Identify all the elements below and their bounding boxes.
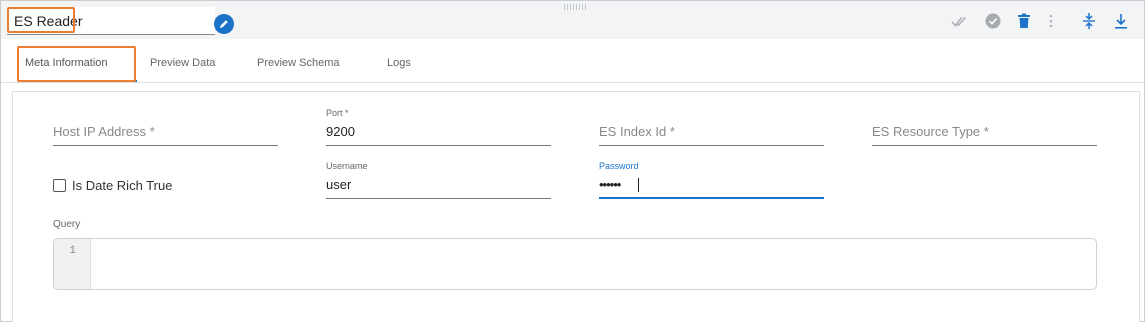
password-field[interactable]: Password ••••••: [599, 161, 824, 201]
port-label: Port *: [326, 108, 349, 118]
edit-name-button[interactable]: [214, 14, 234, 34]
port-underline: [326, 145, 551, 146]
host-ip-underline: [53, 145, 278, 146]
drag-handle-icon[interactable]: [564, 4, 586, 10]
password-value: ••••••: [599, 177, 621, 192]
tab-bar: Meta Information Preview Data Preview Sc…: [1, 39, 1144, 83]
collapse-button[interactable]: [1080, 12, 1098, 30]
highlight-box: [7, 7, 75, 33]
is-date-rich-true-checkbox[interactable]: [53, 179, 66, 192]
more-options-button[interactable]: [1042, 12, 1060, 30]
username-value: user: [326, 177, 352, 192]
es-resource-type-placeholder: ES Resource Type *: [872, 124, 989, 139]
component-panel: ES Reader Meta Information Preview Data …: [0, 0, 1145, 322]
more-vertical-icon: [1049, 14, 1053, 28]
username-field[interactable]: Username user: [326, 161, 551, 200]
is-date-rich-true-label: Is Date Rich True: [72, 178, 173, 193]
port-field[interactable]: Port * 9200: [326, 108, 551, 147]
query-label: Query: [53, 219, 81, 230]
es-index-id-field[interactable]: ES Index Id *: [599, 119, 824, 147]
es-resource-type-underline: [872, 145, 1097, 146]
host-ip-placeholder: Host IP Address *: [53, 124, 155, 139]
line-number: 1: [69, 245, 76, 257]
es-index-id-placeholder: ES Index Id *: [599, 124, 675, 139]
text-cursor: [638, 178, 639, 192]
check-circle-icon: [985, 13, 1001, 29]
query-editor[interactable]: 1: [53, 238, 1097, 290]
tab-preview-data[interactable]: Preview Data: [150, 57, 215, 69]
component-header: ES Reader: [1, 1, 1144, 39]
tab-logs[interactable]: Logs: [387, 57, 411, 69]
es-index-id-underline: [599, 145, 824, 146]
component-name-field[interactable]: ES Reader: [7, 7, 215, 35]
password-underline: [599, 197, 824, 199]
username-underline: [326, 198, 551, 199]
password-label: Password: [599, 161, 639, 171]
query-editor-gutter: 1: [54, 239, 91, 289]
collapse-icon: [1083, 13, 1095, 29]
host-ip-field[interactable]: Host IP Address *: [53, 119, 278, 147]
download-icon: [1115, 14, 1127, 29]
delete-icon: [1018, 13, 1030, 28]
delete-button[interactable]: [1015, 12, 1033, 30]
save-button[interactable]: [984, 12, 1002, 30]
download-button[interactable]: [1112, 12, 1130, 30]
port-value: 9200: [326, 124, 355, 139]
tab-preview-schema[interactable]: Preview Schema: [257, 57, 340, 69]
edit-icon: [220, 20, 228, 28]
validate-button[interactable]: [951, 12, 969, 30]
double-check-icon: [951, 16, 966, 27]
es-resource-type-field[interactable]: ES Resource Type *: [872, 119, 1097, 147]
tab-highlight-box: [17, 46, 136, 82]
username-label: Username: [326, 161, 368, 171]
